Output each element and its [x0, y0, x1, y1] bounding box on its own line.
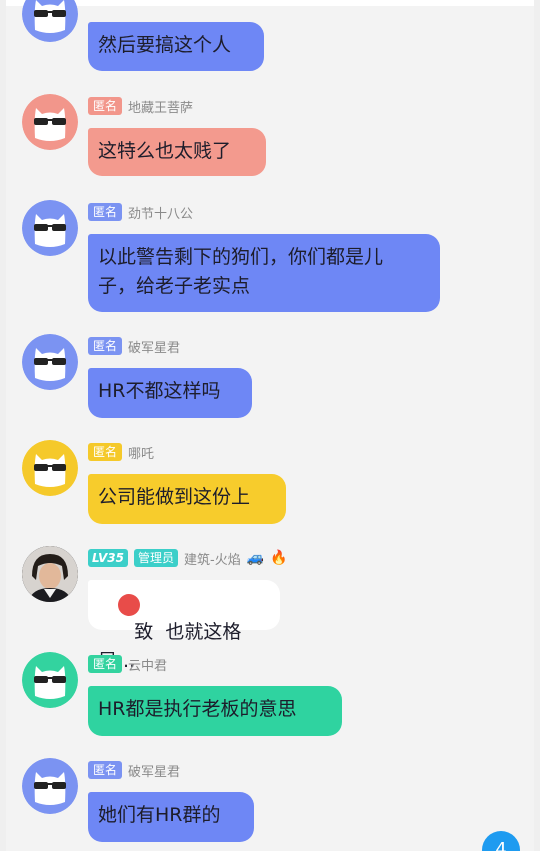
- message-bubble: 公司能做到这份上: [88, 474, 286, 524]
- message-meta: 匿名 破军星君: [88, 336, 180, 356]
- censor-mark: [118, 594, 140, 616]
- message-bubble: HR不都这样吗: [88, 368, 252, 418]
- sunglasses-cat-icon: [22, 200, 78, 256]
- anon-avatar[interactable]: [22, 440, 78, 496]
- sunglasses-cat-icon: [22, 652, 78, 708]
- message-meta: 匿名 破军星君: [88, 760, 180, 780]
- fire-icon: 🔥: [270, 550, 288, 566]
- user-photo-avatar: [22, 546, 78, 602]
- anonymous-tag: 匿名: [88, 97, 123, 115]
- anon-avatar[interactable]: [22, 94, 78, 150]
- chat-frame: 然后要搞这个人 匿名 地藏王菩萨 这特么也太贱了 匿名 劲节十八公 以此警告剩下…: [6, 0, 534, 851]
- sender-name[interactable]: 劲节十八公: [128, 203, 193, 222]
- sender-name[interactable]: 破军星君: [128, 337, 180, 356]
- anon-avatar[interactable]: [22, 334, 78, 390]
- message-bubble: 然后要搞这个人: [88, 22, 264, 71]
- anon-avatar[interactable]: [22, 758, 78, 814]
- message-bubble: 她们有HR群的: [88, 792, 254, 842]
- sender-name[interactable]: 建筑-火焰: [184, 549, 241, 568]
- anon-avatar[interactable]: [22, 0, 78, 42]
- anon-avatar[interactable]: [22, 652, 78, 708]
- message-bubble: 致 也就这格局...: [88, 580, 280, 672]
- sender-name[interactable]: 云中君: [128, 655, 167, 674]
- user-photo-avatar[interactable]: [22, 546, 78, 602]
- message-meta: 匿名 云中君: [88, 654, 167, 674]
- sunglasses-cat-icon: [22, 94, 78, 150]
- car-icon: 🚙: [246, 550, 265, 566]
- message-meta: LV35 管理员 建筑-火焰 🚙 🔥: [88, 548, 288, 568]
- anonymous-tag: 匿名: [88, 203, 123, 221]
- sender-name[interactable]: 地藏王菩萨: [128, 97, 193, 116]
- anonymous-tag: 匿名: [88, 443, 123, 461]
- anonymous-tag: 匿名: [88, 655, 123, 673]
- message-meta: 匿名 劲节十八公: [88, 202, 193, 222]
- message-meta: 匿名 地藏王菩萨: [88, 96, 193, 116]
- message-bubble: 这特么也太贱了: [88, 128, 266, 176]
- sender-name[interactable]: 破军星君: [128, 761, 180, 780]
- scroll-down-icon: 4: [495, 839, 507, 851]
- message-bubble: 以此警告剩下的狗们，你们都是儿 子，给老子老实点: [88, 234, 440, 312]
- sunglasses-cat-icon: [22, 0, 78, 42]
- scroll-down-button[interactable]: 4: [482, 831, 520, 851]
- message-bubble: HR都是执行老板的意思: [88, 686, 342, 736]
- sunglasses-cat-icon: [22, 758, 78, 814]
- anonymous-tag: 匿名: [88, 761, 123, 779]
- sunglasses-cat-icon: [22, 334, 78, 390]
- level-badge: LV35: [88, 549, 128, 567]
- top-strip: [6, 0, 534, 6]
- anon-avatar[interactable]: [22, 200, 78, 256]
- anonymous-tag: 匿名: [88, 337, 123, 355]
- admin-badge: 管理员: [133, 549, 178, 567]
- sender-name[interactable]: 哪吒: [128, 443, 154, 462]
- message-meta: 匿名 哪吒: [88, 442, 154, 462]
- sunglasses-cat-icon: [22, 440, 78, 496]
